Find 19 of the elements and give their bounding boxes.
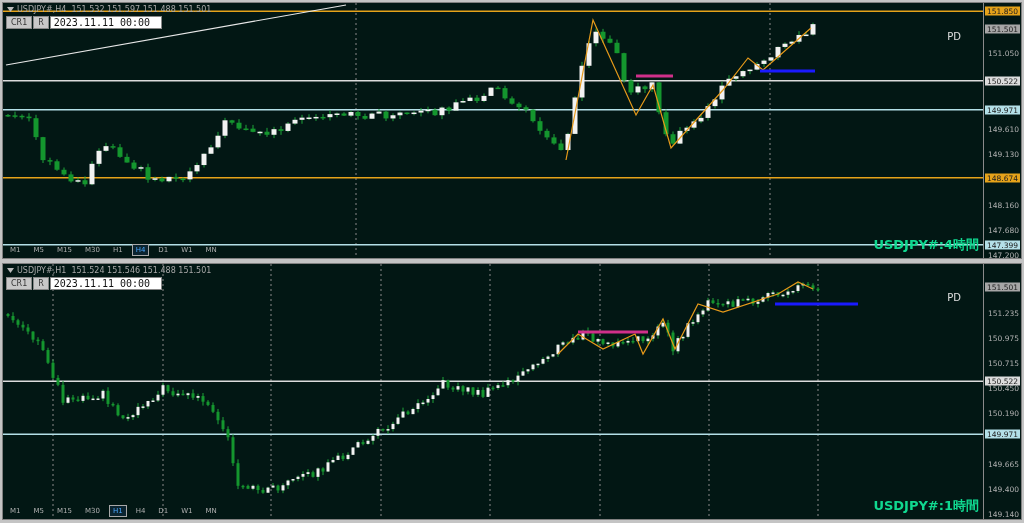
price-level-line[interactable] xyxy=(3,108,983,111)
support-line[interactable] xyxy=(760,69,815,73)
chart-button[interactable]: CR1 xyxy=(6,277,33,290)
chart-button[interactable]: R xyxy=(33,16,49,29)
triangle-icon[interactable] xyxy=(7,268,14,273)
marker-label: PD xyxy=(947,292,961,303)
resistance-line[interactable] xyxy=(578,330,648,334)
chart-header: USDJPY#,H1 151.524 151.546 151.488 151.501 xyxy=(17,266,212,275)
trend-line[interactable] xyxy=(5,4,347,66)
price-level-line[interactable] xyxy=(3,380,983,383)
marker-label: PD xyxy=(947,31,961,42)
date-field[interactable]: 2023.11.11 00:00 xyxy=(49,277,162,290)
chart-title: USDJPY#:1時間 xyxy=(873,497,979,515)
triangle-icon[interactable] xyxy=(7,7,14,12)
resistance-line[interactable] xyxy=(636,74,673,78)
support-line[interactable] xyxy=(775,302,858,306)
chart-button[interactable]: R xyxy=(33,277,49,290)
date-field[interactable]: 2023.11.11 00:00 xyxy=(49,16,162,29)
chart-button[interactable]: CR1 xyxy=(6,16,33,29)
